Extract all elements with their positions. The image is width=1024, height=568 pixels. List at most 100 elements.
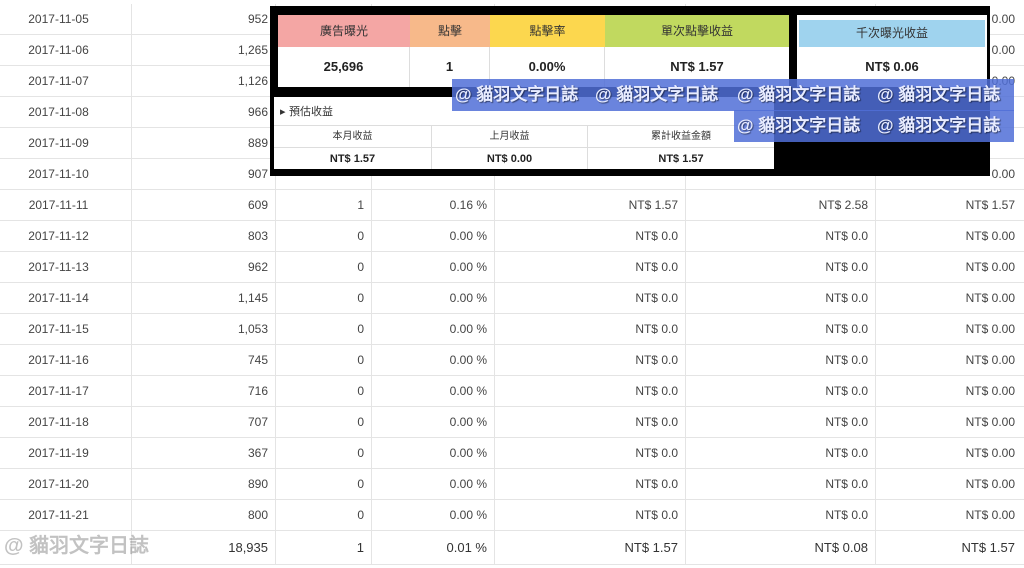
watermark: @ 貓羽文字日誌	[874, 110, 1014, 142]
cell-date: 2017-11-10	[0, 159, 132, 189]
cell-impressions: 800	[132, 500, 276, 530]
cell-revenue: NT$ 0.00	[965, 322, 1015, 336]
cell-cpc: NT$ 0.0	[495, 283, 686, 313]
table-row: 2017-11-18 707 0 0.00 % NT$ 0.0 NT$ 0.0 NT$ 0.…	[0, 407, 1024, 438]
cell-date: 2017-11-19	[0, 438, 132, 468]
cell-cpm: NT$ 0.0	[686, 407, 876, 437]
summary-header-cpc: 單次點擊收益	[605, 15, 789, 47]
cell-cpm: NT$ 2.58	[686, 190, 876, 220]
cell-clicks: 0	[276, 221, 372, 251]
cell-ctr: 0.00 %	[372, 500, 495, 530]
cell-ctr: 0.00 %	[372, 314, 495, 344]
cell-clicks: 0	[276, 438, 372, 468]
cell-impressions: 716	[132, 376, 276, 406]
estimate-header-last-month: 上月收益	[432, 125, 588, 147]
cell-clicks: 0	[276, 283, 372, 313]
cell-revenue: NT$ 0.00	[965, 260, 1015, 274]
cell-date: 2017-11-20	[0, 469, 132, 499]
cell-impressions: 1,145	[132, 283, 276, 313]
cell-clicks: 0	[276, 314, 372, 344]
cell-impressions: 907	[132, 159, 276, 189]
cell-ctr: 0.00 %	[372, 283, 495, 313]
cell-impressions: 609	[132, 190, 276, 220]
estimate-value-total: NT$ 1.57	[588, 147, 774, 169]
watermark: @ 貓羽文字日誌	[592, 79, 734, 111]
table-row: 2017-11-20 890 0 0.00 % NT$ 0.0 NT$ 0.0 NT$ 0.…	[0, 469, 1024, 500]
cell-cpm: NT$ 0.0	[686, 469, 876, 499]
cell-impressions: 889	[132, 128, 276, 158]
total-ctr: 0.01 %	[372, 531, 495, 564]
cell-cpc: NT$ 1.57	[495, 190, 686, 220]
estimate-value-last-month: NT$ 0.00	[432, 147, 588, 169]
cell-date: 2017-11-11	[0, 190, 132, 220]
summary-header-ctr: 點擊率	[490, 15, 605, 47]
cell-cpm: NT$ 0.0	[686, 283, 876, 313]
cell-impressions: 367	[132, 438, 276, 468]
cell-revenue-partial: 0.00	[991, 167, 1015, 181]
table-row: 2017-11-21 800 0 0.00 % NT$ 0.0 NT$ 0.0 NT$ 0.…	[0, 500, 1024, 531]
cell-cpm: NT$ 0.0	[686, 500, 876, 530]
cell-ctr: 0.16 %	[372, 190, 495, 220]
table-row: 2017-11-16 745 0 0.00 % NT$ 0.0 NT$ 0.0 NT$ 0.…	[0, 345, 1024, 376]
cell-date: 2017-11-16	[0, 345, 132, 375]
cell-clicks: 0	[276, 500, 372, 530]
cell-cpc: NT$ 0.0	[495, 314, 686, 344]
cell-date: 2017-11-21	[0, 500, 132, 530]
cell-cpc: NT$ 0.0	[495, 221, 686, 251]
cell-revenue: NT$ 0.00	[965, 446, 1015, 460]
table-row: 2017-11-15 1,053 0 0.00 % NT$ 0.0 NT$ 0.0 NT$ …	[0, 314, 1024, 345]
watermark: @ 貓羽文字日誌	[874, 79, 1014, 111]
cell-cpm: NT$ 0.0	[686, 345, 876, 375]
summary-header-clicks: 點擊	[410, 15, 490, 47]
total-revenue: NT$ 1.57	[961, 540, 1015, 555]
cell-revenue-partial: 0.00	[991, 12, 1015, 26]
summary-card: 廣告曝光 點擊 點擊率 單次點擊收益 25,696 1 0.00% NT$ 1.…	[278, 15, 789, 87]
total-cpm: NT$ 0.08	[686, 531, 876, 564]
table-row: 2017-11-11 609 1 0.16 % NT$ 1.57 NT$ 2.58 NT$ …	[0, 190, 1024, 221]
cell-cpc: NT$ 0.0	[495, 469, 686, 499]
cpm-header: 千次曝光收益	[799, 20, 985, 47]
cell-impressions: 966	[132, 97, 276, 127]
cell-cpc: NT$ 0.0	[495, 345, 686, 375]
cell-date: 2017-11-05	[0, 4, 132, 34]
cell-cpm: NT$ 0.0	[686, 252, 876, 282]
total-clicks: 1	[276, 531, 372, 564]
cpm-card: 千次曝光收益 NT$ 0.06	[797, 15, 987, 87]
cell-revenue: NT$ 0.00	[965, 291, 1015, 305]
cell-impressions: 803	[132, 221, 276, 251]
cell-clicks: 0	[276, 376, 372, 406]
cell-impressions: 952	[132, 4, 276, 34]
cell-date: 2017-11-18	[0, 407, 132, 437]
cell-date: 2017-11-14	[0, 283, 132, 313]
table-row: 2017-11-17 716 0 0.00 % NT$ 0.0 NT$ 0.0 NT$ 0.…	[0, 376, 1024, 407]
cell-date: 2017-11-09	[0, 128, 132, 158]
cell-clicks: 1	[276, 190, 372, 220]
cell-cpc: NT$ 0.0	[495, 438, 686, 468]
table-total-row: 18,935 1 0.01 % NT$ 1.57 NT$ 0.08 NT$ 1.57	[0, 531, 1024, 565]
cell-cpm: NT$ 0.0	[686, 221, 876, 251]
cell-revenue-partial: 0.00	[991, 43, 1015, 57]
cell-impressions: 962	[132, 252, 276, 282]
cell-ctr: 0.00 %	[372, 376, 495, 406]
watermark-bottom: @ 貓羽文字日誌	[4, 535, 150, 557]
cell-revenue: NT$ 0.00	[965, 353, 1015, 367]
cell-date: 2017-11-12	[0, 221, 132, 251]
cell-revenue: NT$ 0.00	[965, 415, 1015, 429]
table-row: 2017-11-19 367 0 0.00 % NT$ 0.0 NT$ 0.0 NT$ 0.…	[0, 438, 1024, 469]
table-row: 2017-11-14 1,145 0 0.00 % NT$ 0.0 NT$ 0.0 NT$ …	[0, 283, 1024, 314]
summary-value-impressions: 25,696	[278, 47, 410, 87]
cell-cpm: NT$ 0.0	[686, 314, 876, 344]
cell-ctr: 0.00 %	[372, 469, 495, 499]
watermark: @ 貓羽文字日誌	[734, 110, 874, 142]
cell-impressions: 707	[132, 407, 276, 437]
cell-clicks: 0	[276, 407, 372, 437]
summary-header-impressions: 廣告曝光	[278, 15, 410, 47]
estimate-title[interactable]: ▸ 預估收益	[280, 103, 333, 119]
watermark: @ 貓羽文字日誌	[734, 79, 874, 111]
cell-date: 2017-11-07	[0, 66, 132, 96]
cell-date: 2017-11-17	[0, 376, 132, 406]
cell-cpm: NT$ 0.0	[686, 376, 876, 406]
table-row: 2017-11-13 962 0 0.00 % NT$ 0.0 NT$ 0.0 NT$ 0.…	[0, 252, 1024, 283]
cell-revenue: NT$ 0.00	[965, 477, 1015, 491]
cell-cpc: NT$ 0.0	[495, 500, 686, 530]
